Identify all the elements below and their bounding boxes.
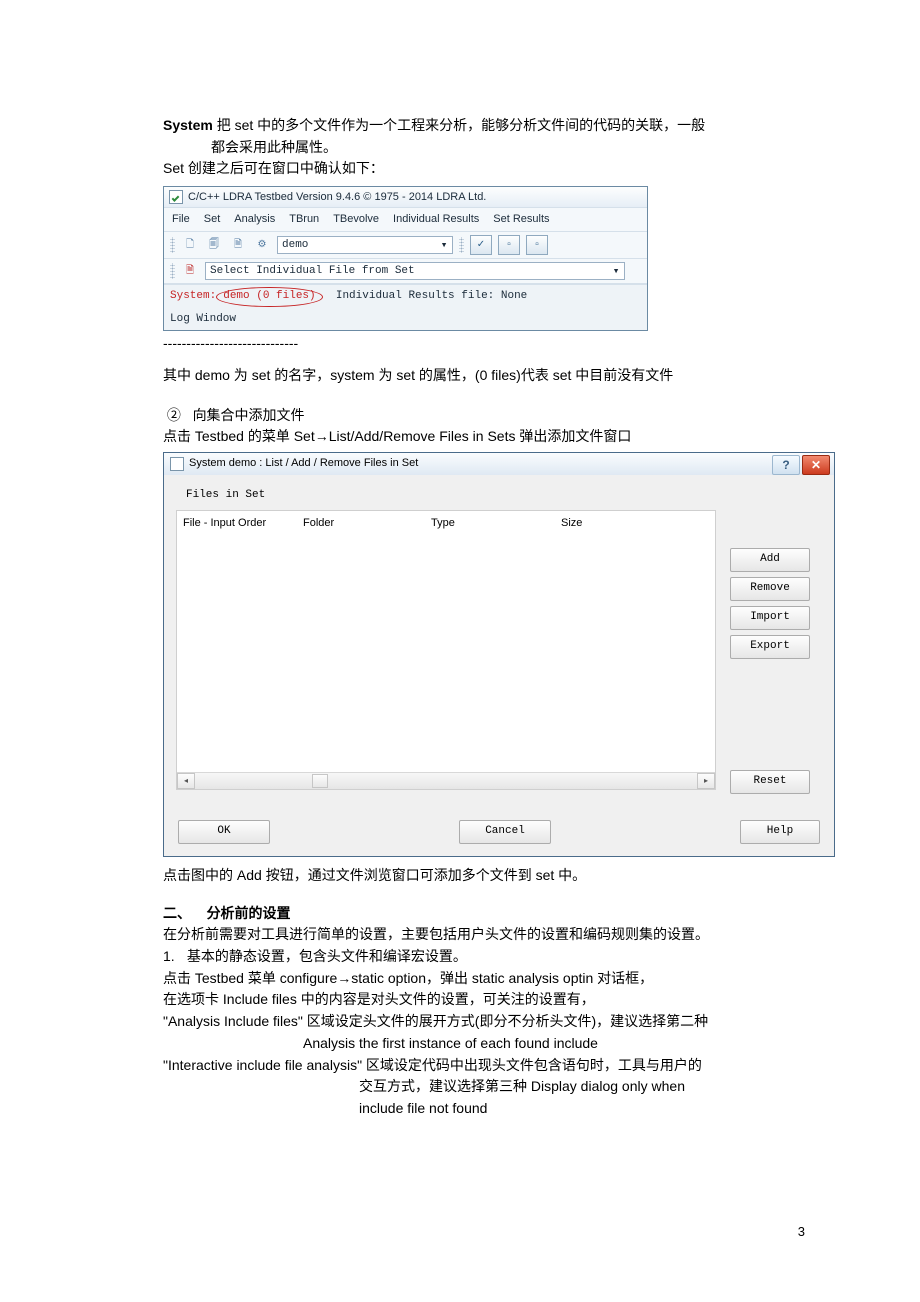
reset-button[interactable]: Reset (730, 770, 810, 794)
menu-tbevolve[interactable]: TBevolve (333, 211, 379, 228)
help-titlebar-button[interactable]: ? (772, 455, 800, 475)
log-window-label: Log Window (164, 309, 647, 330)
toolbar-grip-icon-3 (170, 263, 175, 279)
toolbar-row-2: 🗎 Select Individual File from Set ▾ (164, 259, 647, 284)
check-button[interactable]: ✓ (470, 235, 492, 255)
para-analysis-include-opt: Analysis the first instance of each foun… (163, 1033, 805, 1055)
menu-set-results[interactable]: Set Results (493, 211, 549, 228)
para-system: System 把 set 中的多个文件作为一个工程来分析，能够分析文件间的代码的… (163, 115, 805, 137)
ok-button[interactable]: OK (178, 820, 270, 844)
status-individual-results: Individual Results file: None (336, 290, 527, 302)
col-size[interactable]: Size (561, 515, 641, 532)
col-type[interactable]: Type (431, 515, 561, 532)
para-add-explain: 点击图中的 Add 按钮，通过文件浏览窗口可添加多个文件到 set 中。 (163, 865, 805, 887)
chevron-down-icon: ▾ (610, 266, 622, 278)
separator-dashes: ----------------------------- (163, 333, 805, 355)
para-interactive-include: "Interactive include file analysis" 区域设定… (163, 1055, 805, 1077)
window-title: C/C++ LDRA Testbed Version 9.4.6 © 1975 … (188, 187, 486, 207)
help-button[interactable]: Help (740, 820, 820, 844)
remove-button[interactable]: Remove (730, 577, 810, 601)
export-button[interactable]: Export (730, 635, 810, 659)
menu-individual-results[interactable]: Individual Results (393, 211, 479, 228)
para-preset-intro: 在分析前需要对工具进行简单的设置，主要包括用户头文件的设置和编码规则集的设置。 (163, 924, 805, 946)
scroll-left-icon[interactable]: ◂ (177, 773, 195, 789)
copy-icon[interactable]: 🗎 (229, 236, 247, 254)
ldra-window: C/C++ LDRA Testbed Version 9.4.6 © 1975 … (163, 186, 648, 331)
list-content[interactable] (177, 536, 715, 772)
group-title: Files in Set (186, 487, 822, 504)
para-include-tab: 在选项卡 Include files 中的内容是对头文件的设置，可关注的设置有， (163, 989, 805, 1011)
col-file[interactable]: File - Input Order (183, 515, 303, 532)
gear-icon[interactable]: ⚙ (253, 236, 271, 254)
status-system-label: System: (170, 290, 216, 302)
files-list: File - Input Order Folder Type Size ◂ ▸ (176, 510, 716, 790)
set-select-combo[interactable]: demo ▾ (277, 236, 453, 254)
menu-bar: File Set Analysis TBrun TBevolve Individ… (164, 207, 647, 232)
section-heading-2: 二、 分析前的设置 (163, 903, 805, 925)
menu-set[interactable]: Set (204, 211, 221, 228)
status-demo-files: demo (0 files) (216, 287, 322, 307)
para-system-2: 都会采用此种属性。 (163, 137, 805, 159)
add-button[interactable]: Add (730, 548, 810, 572)
para-configure-static: 点击 Testbed 菜单 configure→static option，弹出… (163, 968, 805, 990)
horizontal-scrollbar[interactable]: ◂ ▸ (177, 772, 715, 789)
para-demo-explain: 其中 demo 为 set 的名字，system 为 set 的属性，(0 fi… (163, 365, 805, 387)
import-button[interactable]: Import (730, 606, 810, 630)
scroll-right-icon[interactable]: ▸ (697, 773, 715, 789)
para-add-files-menu: 点击 Testbed 的菜单 Set→List/Add/Remove Files… (163, 426, 805, 448)
toolbar-grip-icon-2 (459, 237, 464, 253)
file-red-icon[interactable]: 🗎 (181, 262, 199, 280)
para-set-confirm: Set 创建之后可在窗口中确认如下： (163, 158, 805, 180)
para-static-setting: 1. 基本的静态设置，包含头文件和编译宏设置。 (163, 946, 805, 968)
menu-analysis[interactable]: Analysis (234, 211, 275, 228)
subhead-add-files: ② 向集合中添加文件 (163, 405, 805, 427)
close-titlebar-button[interactable]: ✕ (802, 455, 830, 475)
dialog-icon (170, 457, 184, 471)
dialog-titlebar: System demo : List / Add / Remove Files … (164, 453, 834, 475)
app-icon (169, 190, 183, 204)
col-folder[interactable]: Folder (303, 515, 431, 532)
new-file-icon[interactable]: 🗋 (181, 236, 199, 254)
page-number: 3 (798, 1222, 805, 1242)
open-file-icon[interactable]: 🗐 (205, 236, 223, 254)
individual-file-combo[interactable]: Select Individual File from Set ▾ (205, 262, 625, 280)
toolbar-grip-icon (170, 237, 175, 253)
scroll-thumb[interactable] (312, 774, 328, 788)
toolbar: 🗋 🗐 🗎 ⚙ demo ▾ ✓ ▫ ▫ (164, 232, 647, 259)
menu-tbrun[interactable]: TBrun (289, 211, 319, 228)
dialog-title: System demo : List / Add / Remove Files … (189, 455, 418, 472)
menu-file[interactable]: File (172, 211, 190, 228)
para-analysis-include: "Analysis Include files" 区域设定头文件的展开方式(即分… (163, 1011, 805, 1033)
cancel-button[interactable]: Cancel (459, 820, 551, 844)
chevron-down-icon: ▾ (438, 240, 450, 252)
para-interactive-include-opt2: include file not found (163, 1098, 805, 1120)
status-bar: System: demo (0 files) Individual Result… (164, 284, 647, 309)
window-titlebar: C/C++ LDRA Testbed Version 9.4.6 © 1975 … (164, 187, 647, 207)
toolbar-button-3[interactable]: ▫ (526, 235, 548, 255)
toolbar-button-2[interactable]: ▫ (498, 235, 520, 255)
add-files-dialog: System demo : List / Add / Remove Files … (163, 452, 835, 857)
list-header: File - Input Order Folder Type Size (177, 511, 715, 536)
para-interactive-include-opt1: 交互方式，建议选择第三种 Display dialog only when (163, 1076, 805, 1098)
